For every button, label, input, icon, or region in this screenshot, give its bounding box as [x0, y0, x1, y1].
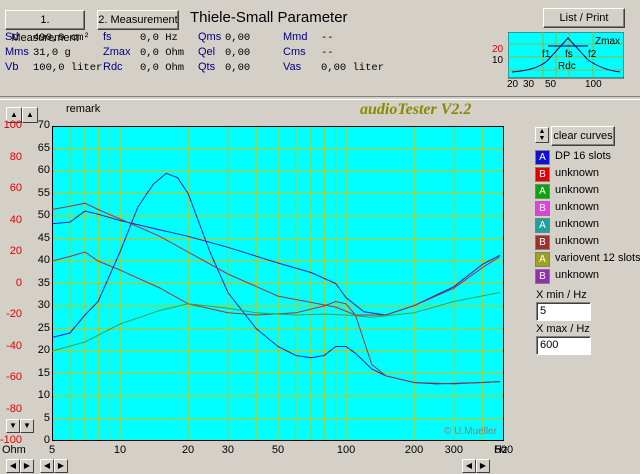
x-tick-300: 300: [444, 444, 464, 456]
legend-color-box[interactable]: A: [535, 184, 550, 199]
mini-tick-30: 30: [523, 79, 535, 90]
x-tick-30: 30: [221, 444, 234, 456]
curve-spinner-icon[interactable]: ▲ ▼: [535, 127, 549, 143]
app-title: audioTester V2.2: [360, 101, 472, 118]
y-tick-phase-0: 0: [15, 276, 22, 289]
x-tick-20: 20: [181, 444, 195, 456]
scale-down-left[interactable]: ▼: [6, 419, 20, 433]
legend-label: unknown: [555, 184, 600, 196]
y-tick-phase--40: -40: [6, 339, 22, 352]
y-tick-ohm-70: 70: [37, 119, 50, 131]
y-tick-ohm-65: 65: [37, 141, 50, 154]
y-tick-ohm-10: 10: [37, 389, 50, 401]
x-tick-50: 50: [271, 444, 285, 456]
xmax-label: X max / Hz: [536, 323, 590, 335]
y-tick-ohm-15: 15: [37, 366, 50, 379]
mini-y-label: 20 10: [492, 44, 504, 66]
pan-right-icon[interactable]: ▶: [20, 459, 34, 473]
y-tick-ohm-20: 20: [37, 344, 50, 356]
legend-color-box[interactable]: A: [535, 252, 550, 267]
y-tick-ohm-45: 45: [37, 231, 50, 244]
y-tick-phase--80: -80: [6, 402, 22, 415]
scale-down-left-2[interactable]: ▼: [20, 419, 34, 433]
divider: [0, 96, 640, 100]
x-tick-10: 10: [113, 444, 127, 456]
y-tick-phase-40: 40: [9, 213, 22, 226]
impedance-chart: [52, 126, 504, 441]
mini-tick-20: 20: [507, 79, 519, 90]
legend-color-box[interactable]: A: [535, 150, 550, 165]
legend-label: unknown: [555, 235, 600, 247]
legend-color-box[interactable]: B: [535, 201, 550, 216]
param-group-3: [196, 29, 278, 77]
mini-x-ticks: 20 30 50 100: [505, 79, 625, 91]
zoom-right-icon[interactable]: ▶: [54, 459, 68, 473]
y-tick-phase--60: -60: [6, 371, 22, 383]
legend-color-box[interactable]: B: [535, 269, 550, 284]
legend-color-box[interactable]: B: [535, 235, 550, 250]
legend-label: variovent 12 slots: [555, 252, 640, 264]
list-print-button[interactable]: List / Print: [543, 8, 625, 28]
legend-label: unknown: [555, 167, 600, 179]
zoom-left-icon[interactable]: ◀: [40, 459, 54, 473]
fs-label: fs: [565, 49, 573, 60]
param-group-2: [101, 29, 191, 77]
rdc-label: Rdc: [558, 61, 576, 72]
param-group-1: [3, 29, 97, 77]
y-tick-phase-20: 20: [9, 245, 22, 257]
param-group-4: [281, 29, 393, 77]
xmin-input[interactable]: 5: [536, 302, 591, 321]
f1-label: f1: [542, 49, 551, 60]
x-tick-5: 5: [48, 444, 56, 456]
legend-color-box[interactable]: A: [535, 218, 550, 233]
copyright: © U.Mueller: [444, 426, 497, 437]
y-tick-phase-100: 100: [3, 119, 22, 131]
pan-left-icon[interactable]: ◀: [6, 459, 20, 473]
f2-label: f2: [588, 49, 597, 60]
x-tick-100: 100: [336, 444, 356, 456]
ohm-unit: Ohm: [2, 444, 26, 456]
y-tick-ohm-40: 40: [37, 254, 50, 266]
hz-unit: Hz: [494, 444, 508, 456]
pan-right-right-icon[interactable]: ▶: [476, 459, 490, 473]
y-tick-phase--20: -20: [6, 308, 22, 320]
x-tick-200: 200: [404, 444, 424, 456]
pan-left-right-icon[interactable]: ◀: [462, 459, 476, 473]
y-tick-ohm-60: 60: [37, 164, 50, 176]
clear-curves-button[interactable]: clear curves: [551, 126, 615, 146]
zmax-label: Zmax: [595, 36, 620, 47]
remark-label: remark: [66, 103, 101, 115]
y-tick-phase-60: 60: [9, 182, 22, 194]
mini-tick-100: 100: [585, 79, 602, 90]
legend-label: unknown: [555, 218, 600, 230]
y-tick-ohm-50: 50: [37, 209, 50, 221]
xmax-input[interactable]: 600: [536, 336, 591, 355]
y-tick-ohm-30: 30: [37, 299, 50, 311]
legend-color-box[interactable]: B: [535, 167, 550, 182]
y-tick-ohm-25: 25: [37, 321, 50, 334]
chart-area: [52, 126, 504, 441]
y-tick-ohm-55: 55: [37, 186, 50, 199]
legend-label: DP 16 slots: [555, 150, 612, 162]
legend-label: unknown: [555, 201, 600, 213]
mini-tick-50: 50: [545, 79, 557, 90]
legend-label: unknown: [555, 269, 600, 281]
y-tick-phase-80: 80: [9, 150, 22, 163]
measurement-1-button[interactable]: 1. Measurement: [5, 10, 85, 44]
y-tick-ohm-35: 35: [37, 276, 50, 289]
page-title: Thiele-Small Parameter: [190, 9, 348, 26]
measurement-2-button[interactable]: 2. Measurement: [97, 10, 179, 30]
xmin-label: X min / Hz: [536, 289, 587, 301]
